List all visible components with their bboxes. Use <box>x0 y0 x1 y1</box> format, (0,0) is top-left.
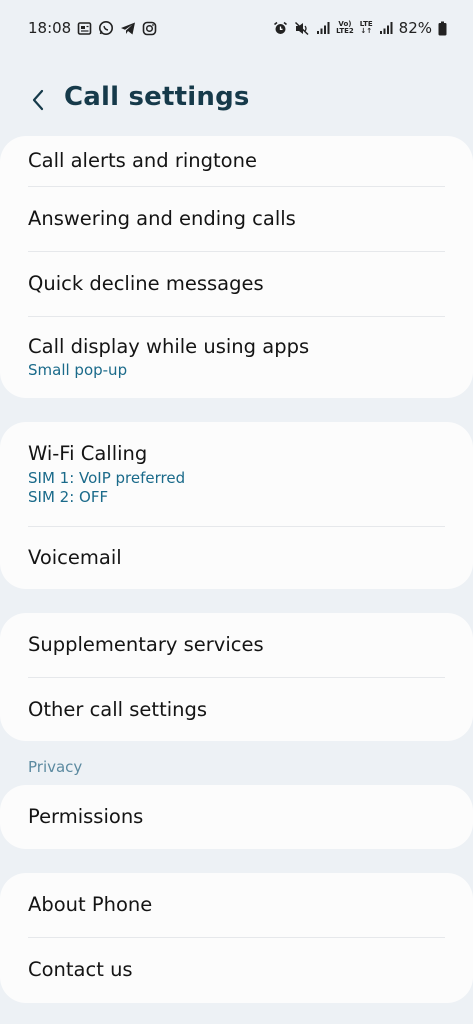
setting-title: Permissions <box>28 805 144 828</box>
lte-bottom-text: ↓↑ <box>360 27 373 35</box>
status-time: 18:08 <box>28 19 72 37</box>
setting-subtitle: Small pop-up <box>28 361 128 379</box>
battery-icon <box>438 21 447 36</box>
alarm-icon <box>273 21 288 36</box>
chevron-left-icon <box>32 89 44 111</box>
settings-card-about: About Phone Contact us <box>0 873 473 1003</box>
instagram-notification-icon <box>142 21 157 36</box>
setting-title: Call display while using apps <box>28 335 310 358</box>
setting-title: Voicemail <box>28 546 122 569</box>
settings-card-call-options: Call alerts and ringtone Answering and e… <box>0 136 473 398</box>
section-label-privacy: Privacy <box>28 758 83 776</box>
back-button[interactable] <box>22 84 54 116</box>
signal-sim2-icon <box>379 21 393 35</box>
page-title: Call settings <box>64 82 250 112</box>
setting-quick-decline-messages[interactable]: Quick decline messages <box>0 252 473 316</box>
volte-indicator: Vo) LTE2 <box>336 21 354 35</box>
setting-title: Supplementary services <box>28 633 264 656</box>
status-bar: 18:08 Vo) LTE2 LTE ↓↑ 82% <box>0 0 473 56</box>
setting-title: Contact us <box>28 958 133 981</box>
setting-subtitle-sim2: SIM 2: OFF <box>28 487 109 506</box>
news-notification-icon <box>77 21 92 36</box>
setting-title: Quick decline messages <box>28 272 264 295</box>
setting-title: Call alerts and ringtone <box>28 149 257 172</box>
setting-supplementary-services[interactable]: Supplementary services <box>0 613 473 677</box>
status-right: Vo) LTE2 LTE ↓↑ 82% <box>273 19 447 37</box>
signal-sim1-icon <box>316 21 330 35</box>
setting-title: Other call settings <box>28 697 208 721</box>
mute-icon <box>294 21 310 36</box>
setting-title: About Phone <box>28 893 153 916</box>
settings-card-privacy: Permissions <box>0 785 473 849</box>
setting-title: Wi-Fi Calling <box>28 441 148 465</box>
setting-about-phone[interactable]: About Phone <box>0 873 473 937</box>
whatsapp-notification-icon <box>98 20 114 36</box>
setting-permissions[interactable]: Permissions <box>0 785 473 849</box>
setting-title: Answering and ending calls <box>28 207 296 230</box>
setting-voicemail[interactable]: Voicemail <box>0 527 473 589</box>
setting-other-call-settings[interactable]: Other call settings <box>0 678 473 741</box>
volte-bottom-text: LTE2 <box>336 27 354 35</box>
lte-indicator: LTE ↓↑ <box>360 21 373 35</box>
battery-percent: 82% <box>398 19 432 37</box>
setting-call-display-while-using-apps[interactable]: Call display while using apps Small pop-… <box>0 317 473 398</box>
setting-subtitle-sim1: SIM 1: VoIP preferred <box>28 468 186 487</box>
setting-answering-ending-calls[interactable]: Answering and ending calls <box>0 187 473 251</box>
settings-card-wifi-voicemail: Wi-Fi Calling SIM 1: VoIP preferred SIM … <box>0 422 473 589</box>
setting-wifi-calling[interactable]: Wi-Fi Calling SIM 1: VoIP preferred SIM … <box>0 422 473 526</box>
setting-contact-us[interactable]: Contact us <box>0 938 473 1002</box>
telegram-notification-icon <box>120 21 136 36</box>
settings-card-services: Supplementary services Other call settin… <box>0 613 473 741</box>
app-header: Call settings <box>0 72 473 128</box>
setting-call-alerts-ringtone[interactable]: Call alerts and ringtone <box>0 136 473 186</box>
status-left: 18:08 <box>28 19 157 37</box>
